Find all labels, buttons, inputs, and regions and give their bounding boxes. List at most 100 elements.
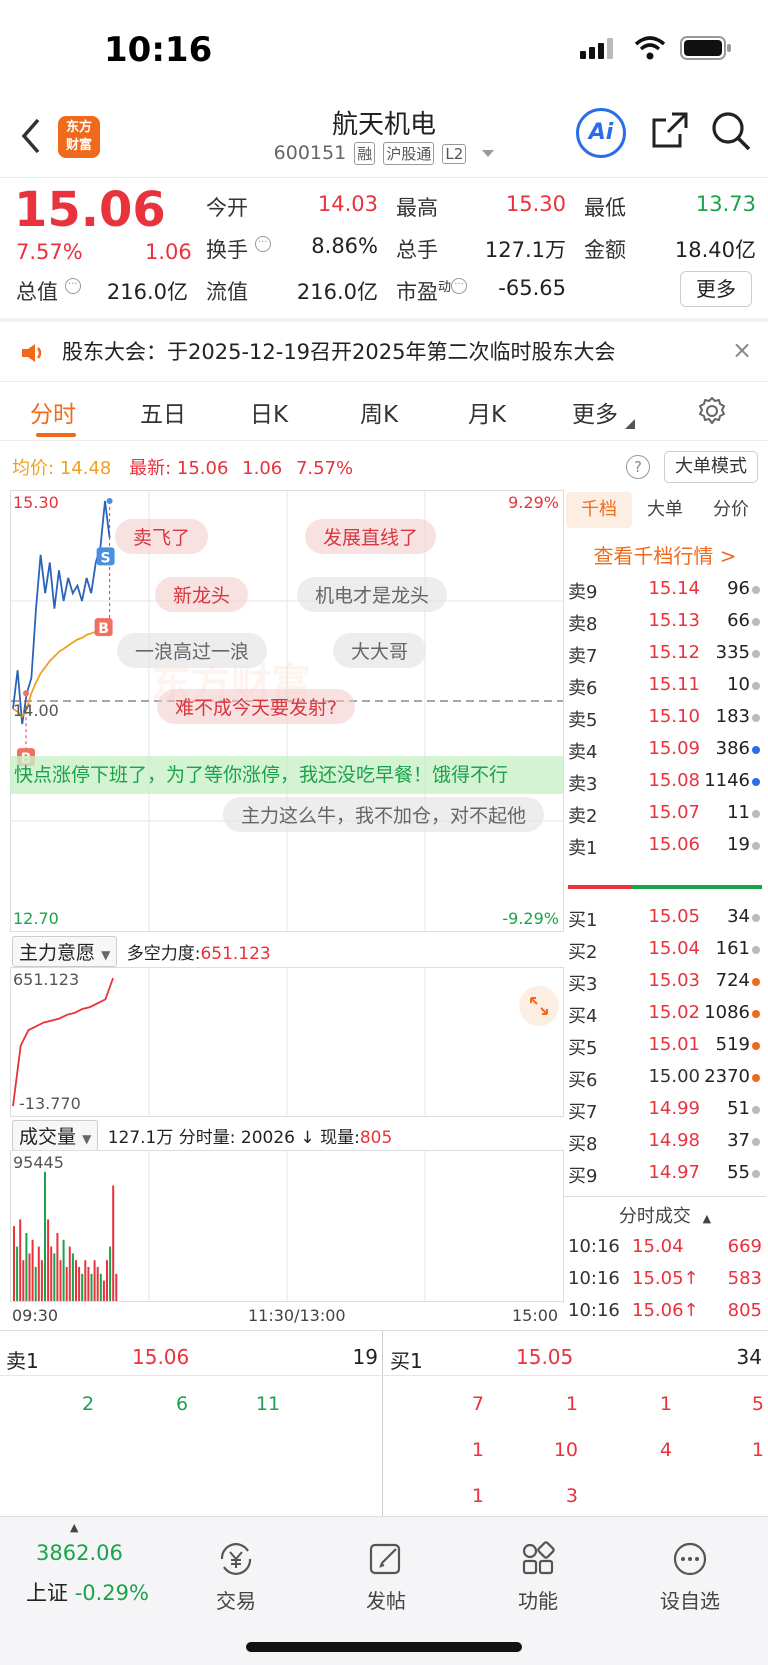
change-value: 1.06 [145, 240, 192, 264]
tab-day-k[interactable]: 日K [250, 395, 288, 429]
tab-intraday[interactable]: 分时 [30, 395, 76, 429]
comment-bubble[interactable]: 发展直线了 [305, 519, 437, 554]
indicator1-chart[interactable]: 651.123 -13.770 [10, 967, 564, 1117]
volume-bar [109, 1246, 112, 1301]
expand-button[interactable] [519, 986, 559, 1026]
orderbook-row[interactable]: 买3 15.03 724 [566, 964, 764, 998]
volume-bar [75, 1260, 77, 1301]
close-icon[interactable]: × [732, 336, 752, 364]
tab-more[interactable]: 更多 [572, 395, 636, 429]
orderbook-row[interactable]: 卖9 15.14 96 [566, 572, 764, 606]
tab-month-k[interactable]: 月K [468, 395, 506, 429]
volume-chart[interactable]: 95445 [10, 1150, 564, 1302]
volume-bar [34, 1267, 37, 1301]
indicator2-name: 成交量 [19, 1126, 77, 1148]
buy-queue-item: 7 [471, 1393, 484, 1415]
orderbook-row[interactable]: 卖5 15.10 183 [566, 700, 764, 734]
intraday-chart[interactable]: SBB 15.30 14.00 12.70 9.29% -9.29% 东方财富 … [10, 490, 564, 932]
share-button[interactable] [650, 110, 690, 150]
orderbook-row[interactable]: 卖1 15.06 19 [566, 828, 764, 862]
orderbook-row[interactable]: 卖4 15.09 386 [566, 732, 764, 766]
comment-bubble[interactable]: 一浪高过一浪 [117, 633, 268, 668]
pe-dynamic-sup: 动 [438, 280, 452, 295]
comment-bubble[interactable]: 大大哥 [333, 633, 427, 668]
orderbook-row[interactable]: 买8 14.98 37 [566, 1124, 764, 1158]
nav-trade[interactable]: 交易 [176, 1539, 296, 1614]
notice-bar[interactable]: 股东大会：于2025-12-19召开2025年第二次临时股东大会 × [0, 322, 768, 382]
turnover-label[interactable]: 换手 ··· [206, 234, 271, 264]
level-volume: 2370 [704, 1066, 750, 1087]
settings-button[interactable] [696, 395, 728, 431]
mktcap-label-text: 总值 [16, 280, 58, 304]
nav-functions[interactable]: 功能 [478, 1539, 598, 1614]
comment-bubble[interactable]: 卖飞了 [115, 519, 209, 554]
latest-pct: 7.57% [295, 458, 354, 479]
pct-top-label: 9.29% [508, 493, 559, 512]
orderbook-row[interactable]: 卖6 15.11 10 [566, 668, 764, 702]
level-dot-icon [752, 746, 760, 754]
volume-bar [19, 1219, 22, 1301]
tab-big-order[interactable]: 大单 [632, 492, 698, 528]
tick-price: 15.04 [632, 1236, 684, 1257]
search-button[interactable] [710, 110, 752, 152]
orderbook-row[interactable]: 买6 15.00 2370 [566, 1060, 764, 1094]
mktcap-label[interactable]: 总值 ··· [16, 276, 81, 306]
orderbook-row[interactable]: 买9 14.97 55 [566, 1156, 764, 1190]
level-volume: 96 [727, 578, 750, 599]
pe-label[interactable]: 市盈动 ··· [396, 276, 468, 306]
comment-bubble[interactable]: 新龙头 [155, 577, 249, 612]
volume-bar [71, 1253, 74, 1301]
nav-functions-label: 功能 [518, 1589, 558, 1613]
high-value: 15.30 [505, 192, 566, 216]
orderbook-row[interactable]: 卖7 15.12 335 [566, 636, 764, 670]
buy-queue-item: 1 [751, 1439, 764, 1461]
more-button[interactable]: 更多 [680, 271, 752, 307]
volume-bar [56, 1233, 59, 1301]
level-label: 卖2 [568, 806, 598, 827]
help-icon[interactable]: ? [626, 455, 650, 479]
volume-bar [25, 1233, 28, 1301]
nav-add-watchlist[interactable]: 设自选 [630, 1539, 750, 1614]
index-summary[interactable]: 上证 -0.29% [26, 1577, 149, 1607]
level-dot-icon [752, 946, 760, 954]
volume-svg [13, 1151, 426, 1301]
orderbook-row[interactable]: 买1 15.05 34 [566, 900, 764, 934]
comment-bubble[interactable]: 难不成今天要发射? [157, 689, 356, 724]
level-volume: 19 [727, 834, 750, 855]
volume-bar [96, 1267, 99, 1301]
level-price: 15.03 [648, 970, 700, 991]
level-label: 买5 [568, 1038, 598, 1059]
level-price: 14.98 [648, 1130, 700, 1151]
index-value[interactable]: 3862.06 [36, 1541, 123, 1565]
y-mid-label: 14.00 [13, 701, 59, 720]
tab-price-dist[interactable]: 分价 [698, 492, 764, 528]
tab-five-day[interactable]: 五日 [140, 395, 186, 429]
level-dot-icon [752, 842, 760, 850]
orderbook-row[interactable]: 卖2 15.07 11 [566, 796, 764, 830]
orderbook-row[interactable]: 买2 15.04 161 [566, 932, 764, 966]
ticks-title[interactable]: 分时成交 ▲ [566, 1202, 764, 1228]
ai-button[interactable]: Ai [576, 108, 626, 158]
tab-week-k[interactable]: 周K [360, 395, 398, 429]
orderbook-row[interactable]: 买7 14.99 51 [566, 1092, 764, 1126]
orderbook-row[interactable]: 卖8 15.13 66 [566, 604, 764, 638]
view-depth-link[interactable]: 查看千档行情 > [566, 540, 764, 569]
indicator2-dropdown[interactable]: 成交量 ▼ [12, 1120, 99, 1151]
nav-post[interactable]: 发帖 [326, 1539, 446, 1614]
comment-bubble[interactable]: 主力这么牛，我不加仓，对不起他 [223, 797, 545, 832]
indicator1-dropdown[interactable]: 主力意愿 ▼ [12, 936, 118, 967]
avg-value: 14.48 [59, 458, 112, 479]
comment-bubble[interactable]: 机电才是龙头 [297, 577, 448, 612]
divider [382, 1331, 383, 1517]
orderbook-row[interactable]: 卖3 15.08 1146 [566, 764, 764, 798]
orderbook-row[interactable]: 买5 15.01 519 [566, 1028, 764, 1062]
orderbook-row[interactable]: 买4 15.02 1086 [566, 996, 764, 1030]
orderbook-tabs: 千档 大单 分价 [566, 492, 764, 528]
nav-add-watchlist-label: 设自选 [660, 1589, 720, 1613]
change-percent: 7.57% [16, 240, 83, 264]
comment-banner[interactable]: 快点涨停下班了，为了等你涨停，我还没吃早餐！饿得不行 [10, 756, 564, 794]
volume-bar [84, 1260, 87, 1301]
big-order-mode-button[interactable]: 大单模式 [664, 451, 758, 483]
level-price: 15.04 [648, 938, 700, 959]
tab-depth[interactable]: 千档 [566, 492, 632, 528]
